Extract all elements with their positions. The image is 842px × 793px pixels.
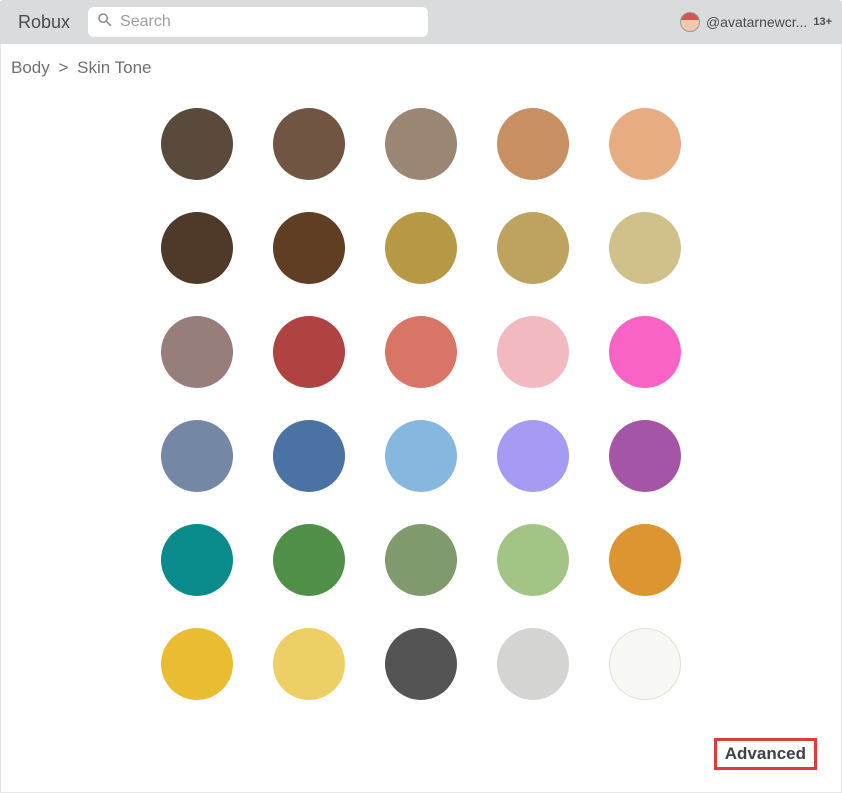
top-bar: Robux @avatarnewcr... 13+ [0, 0, 842, 44]
swatch-olive-gold[interactable] [497, 212, 569, 284]
breadcrumb: Body > Skin Tone [11, 58, 831, 78]
swatch-orange-amber[interactable] [609, 524, 681, 596]
swatch-mauve-taupe[interactable] [161, 316, 233, 388]
swatch-slate-blue[interactable] [161, 420, 233, 492]
swatch-medium-brown[interactable] [273, 108, 345, 180]
robux-link[interactable]: Robux [10, 12, 78, 33]
swatch-pale-khaki[interactable] [609, 212, 681, 284]
swatch-sandy-tan[interactable] [497, 108, 569, 180]
swatch-forest-green[interactable] [273, 524, 345, 596]
swatch-medium-blue[interactable] [273, 420, 345, 492]
swatch-espresso[interactable] [161, 212, 233, 284]
swatch-hot-pink[interactable] [609, 316, 681, 388]
swatch-pale-yellow[interactable] [273, 628, 345, 700]
swatch-light-peach[interactable] [609, 108, 681, 180]
breadcrumb-skin-tone[interactable]: Skin Tone [77, 58, 151, 77]
skin-tone-grid [161, 96, 681, 700]
avatar [680, 12, 700, 32]
search-container[interactable] [88, 7, 428, 37]
breadcrumb-body[interactable]: Body [11, 58, 50, 77]
swatch-sky-blue[interactable] [385, 420, 457, 492]
swatch-light-sage[interactable] [497, 524, 569, 596]
swatch-sage-green[interactable] [385, 524, 457, 596]
swatch-goldenrod[interactable] [161, 628, 233, 700]
swatch-teal[interactable] [161, 524, 233, 596]
search-icon [96, 11, 114, 34]
advanced-button[interactable]: Advanced [714, 738, 817, 770]
breadcrumb-separator: > [58, 58, 68, 77]
age-badge: 13+ [813, 16, 832, 28]
swatch-orchid[interactable] [609, 420, 681, 492]
user-area[interactable]: @avatarnewcr... 13+ [680, 12, 832, 32]
swatch-warm-taupe[interactable] [385, 108, 457, 180]
swatch-dark-gold[interactable] [385, 212, 457, 284]
search-input[interactable] [120, 13, 420, 31]
swatch-pale-pink[interactable] [497, 316, 569, 388]
swatch-light-gray[interactable] [497, 628, 569, 700]
swatch-salmon[interactable] [385, 316, 457, 388]
swatch-dark-taupe[interactable] [161, 108, 233, 180]
swatch-charcoal[interactable] [385, 628, 457, 700]
swatch-off-white[interactable] [609, 628, 681, 700]
swatch-chocolate[interactable] [273, 212, 345, 284]
swatch-brick-red[interactable] [273, 316, 345, 388]
swatch-periwinkle[interactable] [497, 420, 569, 492]
content-area: Body > Skin Tone Advanced [0, 44, 842, 793]
username-label: @avatarnewcr... [706, 14, 807, 30]
